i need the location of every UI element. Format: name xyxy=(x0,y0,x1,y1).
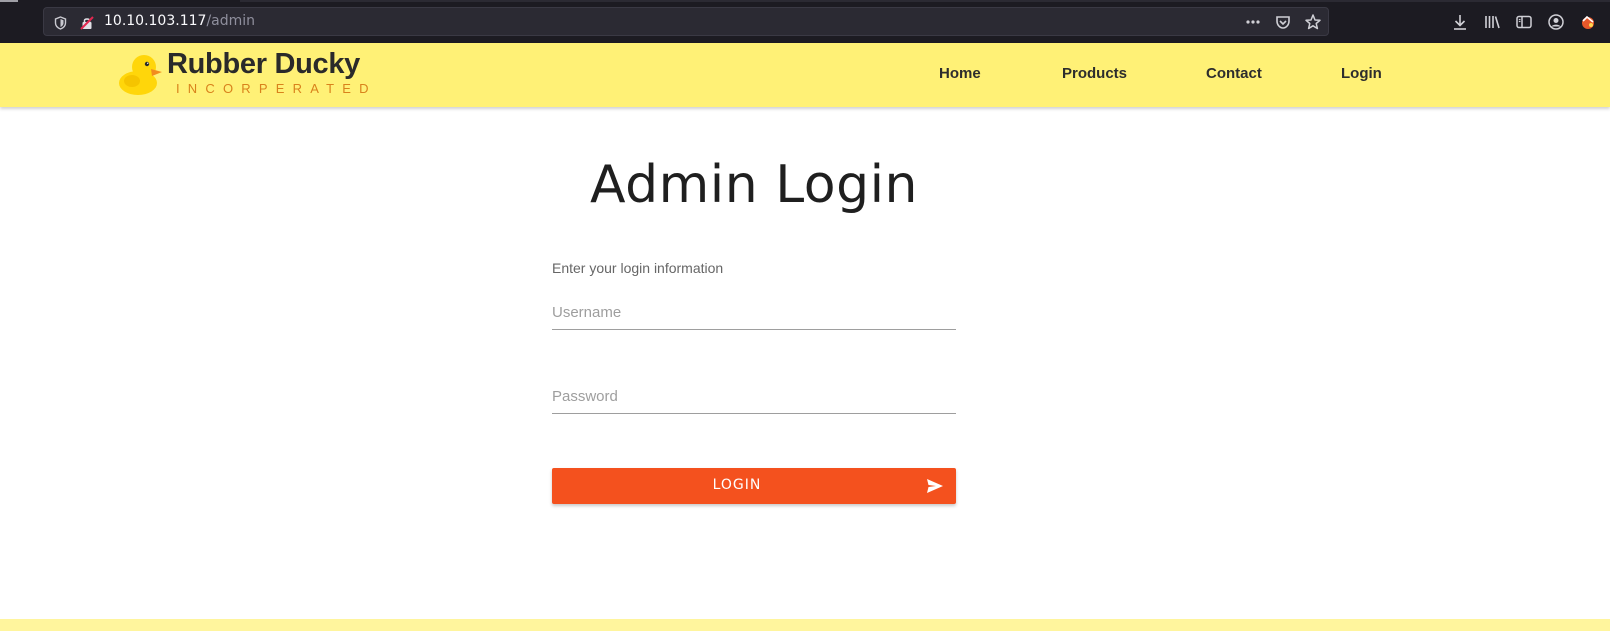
nav-login[interactable]: Login xyxy=(1341,65,1382,82)
nav-contact[interactable]: Contact xyxy=(1206,65,1262,82)
url-host: 10.10.103.117 xyxy=(104,13,207,29)
nav-products[interactable]: Products xyxy=(1062,65,1127,82)
footer-strip xyxy=(0,619,1610,631)
username-input[interactable] xyxy=(552,296,956,330)
account-icon[interactable] xyxy=(1546,12,1566,32)
url-bar[interactable]: 10.10.103.117/admin xyxy=(43,7,1329,36)
form-instruction: Enter your login information xyxy=(552,260,724,276)
more-icon[interactable] xyxy=(1244,13,1262,31)
password-input[interactable] xyxy=(552,380,956,414)
shield-icon[interactable] xyxy=(54,15,67,30)
insecure-lock-icon[interactable] xyxy=(80,15,94,30)
active-tab-indicator xyxy=(0,0,18,2)
library-icon[interactable] xyxy=(1482,12,1502,32)
page-title: Admin Login xyxy=(589,155,919,215)
download-icon[interactable] xyxy=(1450,12,1470,32)
bookmark-star-icon[interactable] xyxy=(1304,13,1322,31)
extension-icon[interactable] xyxy=(1578,12,1598,32)
nav-home[interactable]: Home xyxy=(939,65,981,82)
pocket-icon[interactable] xyxy=(1274,13,1292,31)
login-button-label: LOGIN xyxy=(712,477,762,493)
url-text[interactable]: 10.10.103.117/admin xyxy=(104,13,255,29)
sidebar-icon[interactable] xyxy=(1514,12,1534,32)
main-nav: Home Products Contact Login xyxy=(0,43,1610,107)
login-button[interactable]: LOGIN xyxy=(552,468,956,504)
url-path: /admin xyxy=(206,13,256,29)
site-header: Rubber Ducky INCORPERATED Home Products … xyxy=(0,43,1610,107)
tab-strip-edge xyxy=(240,0,1610,2)
send-icon xyxy=(927,479,943,493)
browser-toolbar: 10.10.103.117/admin xyxy=(0,0,1610,43)
